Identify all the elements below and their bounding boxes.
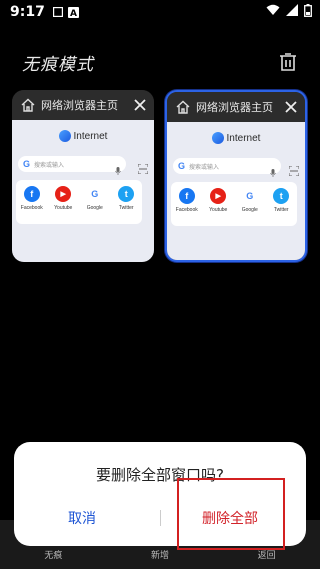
trash-icon[interactable] (276, 50, 300, 74)
browser-logo: Internet (12, 130, 154, 142)
google-g-icon: G (23, 159, 31, 169)
shortcut-label: Twitter (118, 205, 134, 211)
mic-icon (270, 162, 276, 177)
status-time: 9:17 (10, 4, 45, 20)
search-placeholder: 搜索或输入 (34, 161, 65, 169)
scan-icon (137, 159, 149, 175)
tab-card[interactable]: 网络浏览器主页 Internet G 搜索或输入 f Facebook ▶ Yo… (12, 90, 154, 262)
shortcut-label: Twitter (273, 207, 289, 213)
tab-preview: Internet G 搜索或输入 f Facebook ▶ Youtube G … (167, 122, 305, 260)
page-title: 无痕模式 (22, 54, 94, 75)
tab-card-active[interactable]: 网络浏览器主页 Internet G 搜索或输入 f Facebook ▶ Yo… (165, 90, 307, 262)
scan-icon (288, 161, 300, 177)
youtube-icon: ▶ (55, 186, 72, 202)
close-icon[interactable] (132, 97, 148, 113)
shortcut-label: Youtube (209, 207, 228, 213)
shortcut-google: G Google (236, 188, 264, 226)
preview-search-bar: G 搜索或输入 (173, 158, 281, 177)
incognito-header: 无痕模式 (0, 40, 320, 84)
tab-title: 网络浏览器主页 (41, 99, 118, 112)
google-icon: G (86, 186, 103, 202)
shortcut-label: Google (86, 205, 103, 211)
shortcut-grid: f Facebook ▶ Youtube G Google t Twitter (16, 180, 142, 224)
globe-icon (211, 132, 224, 144)
shortcut-google: G Google (81, 186, 109, 224)
browser-logo: Internet (167, 132, 305, 144)
globe-icon (58, 130, 71, 142)
youtube-icon: ▶ (210, 188, 227, 204)
home-icon (175, 99, 191, 115)
nav-incognito[interactable]: 无痕 (23, 548, 83, 561)
logo-text: Internet (226, 132, 261, 144)
tab-title: 网络浏览器主页 (196, 101, 273, 114)
battery-icon (304, 3, 312, 21)
facebook-icon: f (23, 186, 40, 202)
preview-search-bar: G 搜索或输入 (18, 156, 126, 175)
wifi-icon (266, 4, 280, 20)
search-placeholder: 搜索或输入 (189, 163, 220, 171)
highlight-box (177, 478, 285, 550)
tab-card-header: 网络浏览器主页 (12, 90, 154, 120)
square-notification-icon (52, 7, 63, 17)
twitter-icon: t (273, 188, 290, 204)
cancel-button[interactable]: 取消 (68, 508, 96, 528)
shortcut-label: Google (241, 207, 258, 213)
tab-card-header: 网络浏览器主页 (167, 92, 305, 122)
shortcut-grid: f Facebook ▶ Youtube G Google t Twitter (171, 182, 297, 226)
twitter-icon: t (118, 186, 135, 202)
google-icon: G (241, 188, 258, 204)
status-bar: 9:17 A (0, 0, 320, 24)
a-notification-icon: A (67, 6, 79, 18)
shortcut-label: Facebook (20, 205, 43, 211)
shortcut-twitter: t Twitter (267, 188, 295, 226)
signal-icon (286, 4, 298, 20)
button-divider (160, 510, 161, 526)
facebook-icon: f (178, 188, 195, 204)
svg-text:A: A (70, 9, 77, 18)
shortcut-youtube: ▶ Youtube (204, 188, 232, 226)
shortcut-label: Facebook (175, 207, 198, 213)
shortcut-facebook: f Facebook (18, 186, 46, 224)
shortcut-facebook: f Facebook (173, 188, 201, 226)
tab-preview: Internet G 搜索或输入 f Facebook ▶ Youtube G … (12, 120, 154, 262)
close-icon[interactable] (283, 99, 299, 115)
shortcut-twitter: t Twitter (112, 186, 140, 224)
mic-icon (115, 160, 121, 175)
shortcut-youtube: ▶ Youtube (49, 186, 77, 224)
google-g-icon: G (178, 161, 186, 171)
shortcut-label: Youtube (54, 205, 73, 211)
home-icon (20, 97, 36, 113)
logo-text: Internet (73, 130, 108, 142)
